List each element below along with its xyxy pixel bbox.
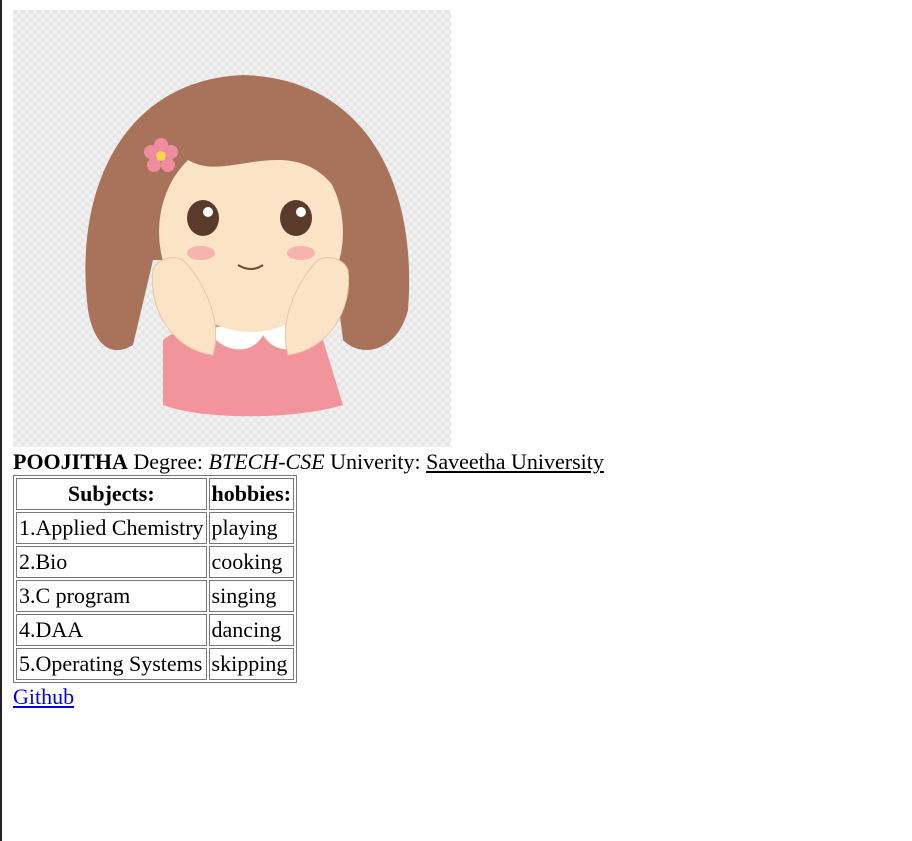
page-content: POOJITHA Degree: BTECH-CSE Univerity: Sa…: [13, 10, 893, 710]
hobby-cell: playing: [208, 512, 295, 544]
student-name: POOJITHA: [13, 449, 128, 474]
table-row: 1.Applied Chemistry playing: [16, 512, 295, 544]
degree-value: BTECH-CSE: [208, 449, 325, 474]
hobby-cell: skipping: [208, 648, 295, 680]
hobby-cell: singing: [208, 580, 295, 612]
university-link[interactable]: Saveetha University: [426, 449, 604, 474]
subject-cell: 1.Applied Chemistry: [16, 512, 207, 544]
hobbies-header: hobbies:: [208, 478, 295, 510]
subject-cell: 2.Bio: [16, 546, 207, 578]
table-header-row: Subjects: hobbies:: [16, 478, 295, 510]
profile-info-line: POOJITHA Degree: BTECH-CSE Univerity: Sa…: [13, 449, 893, 475]
university-label: Univerity:: [330, 449, 421, 474]
subject-cell: 4.DAA: [16, 614, 207, 646]
table-row: 2.Bio cooking: [16, 546, 295, 578]
subject-cell: 3.C program: [16, 580, 207, 612]
window-left-border: [0, 0, 2, 841]
table-row: 3.C program singing: [16, 580, 295, 612]
avatar-image: [13, 10, 451, 447]
table-row: 4.DAA dancing: [16, 614, 295, 646]
subject-cell: 5.Operating Systems: [16, 648, 207, 680]
subjects-hobbies-table: Subjects: hobbies: 1.Applied Chemistry p…: [13, 475, 298, 683]
table-row: 5.Operating Systems skipping: [16, 648, 295, 680]
degree-label: Degree:: [133, 449, 204, 474]
subjects-header: Subjects:: [16, 478, 207, 510]
hobby-cell: dancing: [208, 614, 295, 646]
github-link[interactable]: Github: [13, 685, 74, 709]
hobby-cell: cooking: [208, 546, 295, 578]
